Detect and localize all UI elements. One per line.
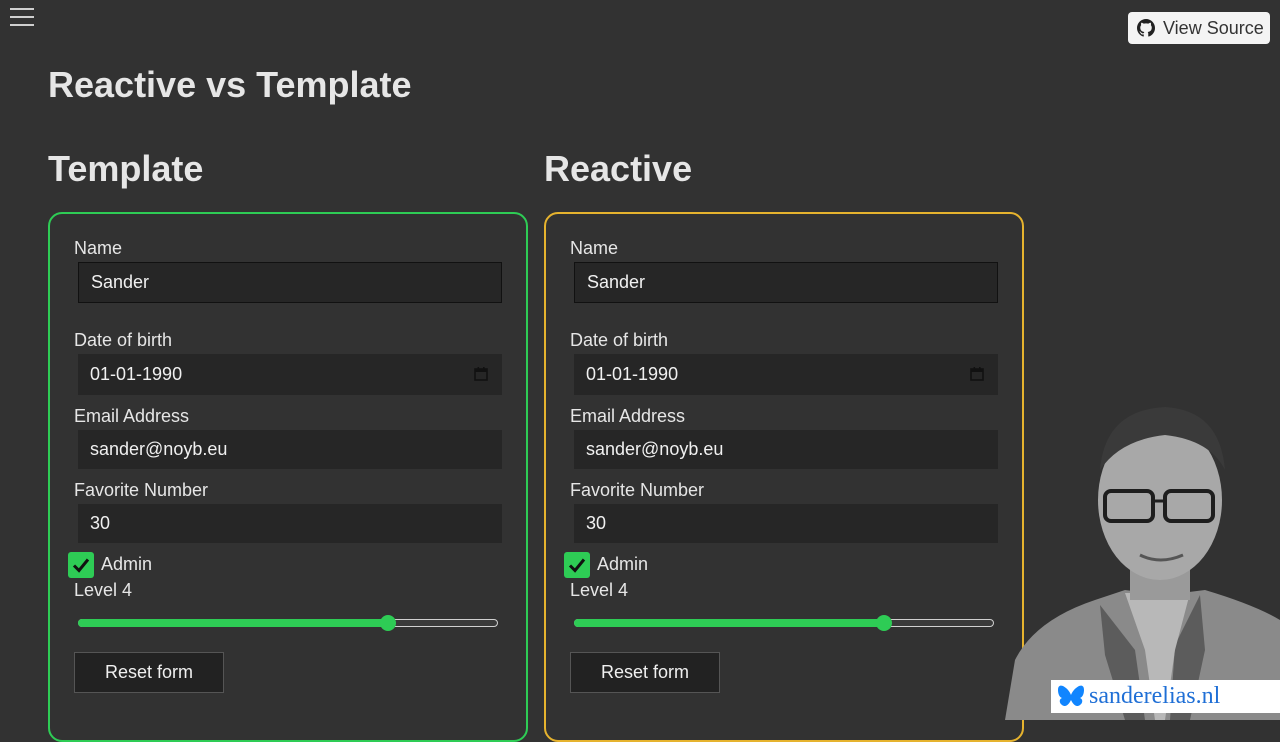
dob-input[interactable]: 01-01-1990 (574, 354, 998, 395)
number-input[interactable]: 30 (574, 504, 998, 543)
admin-label: Admin (101, 554, 153, 574)
butterfly-icon (1058, 685, 1084, 706)
brand-site-text: sanderelias.nl (1089, 683, 1221, 709)
level-label: Level 4 (74, 580, 133, 600)
view-source-label: View Source (1163, 17, 1264, 38)
email-label: Email Address (74, 406, 190, 426)
dob-input[interactable]: 01-01-1990 (78, 354, 502, 395)
template-form: Name Sander Date of birth 01-01-1990 Ema… (48, 212, 528, 742)
name-label: Name (74, 238, 123, 258)
calendar-icon[interactable] (970, 367, 984, 381)
dob-value: 01-01-1990 (90, 364, 183, 384)
slider-fill (78, 619, 388, 627)
github-icon (1137, 19, 1155, 37)
reset-form-button[interactable]: Reset form (570, 652, 720, 693)
presenter-photo (1005, 407, 1280, 720)
name-input[interactable]: Sander (78, 262, 502, 303)
admin-checkbox[interactable] (68, 552, 94, 578)
number-input[interactable]: 30 (78, 504, 502, 543)
dob-value: 01-01-1990 (586, 364, 679, 384)
reactive-title: Reactive (544, 148, 693, 189)
slider-thumb[interactable] (379, 615, 396, 631)
email-input[interactable]: sander@noyb.eu (78, 430, 502, 469)
level-slider[interactable] (574, 614, 998, 632)
admin-label: Admin (597, 554, 649, 574)
checkmark-icon (72, 558, 90, 573)
email-label: Email Address (570, 406, 686, 426)
dob-label: Date of birth (570, 330, 669, 350)
hamburger-menu-icon[interactable] (10, 8, 34, 28)
view-source-button[interactable]: View Source (1128, 12, 1270, 44)
slider-fill (574, 619, 884, 627)
slider-thumb[interactable] (875, 615, 892, 631)
calendar-icon[interactable] (474, 367, 488, 381)
number-label: Favorite Number (570, 480, 705, 500)
template-title: Template (48, 148, 204, 189)
email-input[interactable]: sander@noyb.eu (574, 430, 998, 469)
level-label: Level 4 (570, 580, 629, 600)
brand-banner: sanderelias.nl (1051, 680, 1280, 713)
reactive-form: Name Sander Date of birth 01-01-1990 Ema… (544, 212, 1024, 742)
name-label: Name (570, 238, 619, 258)
number-label: Favorite Number (74, 480, 209, 500)
reset-form-button[interactable]: Reset form (74, 652, 224, 693)
page-title: Reactive vs Template (48, 64, 412, 105)
name-input[interactable]: Sander (574, 262, 998, 303)
level-slider[interactable] (78, 614, 502, 632)
dob-label: Date of birth (74, 330, 173, 350)
admin-checkbox[interactable] (564, 552, 590, 578)
checkmark-icon (568, 558, 586, 573)
